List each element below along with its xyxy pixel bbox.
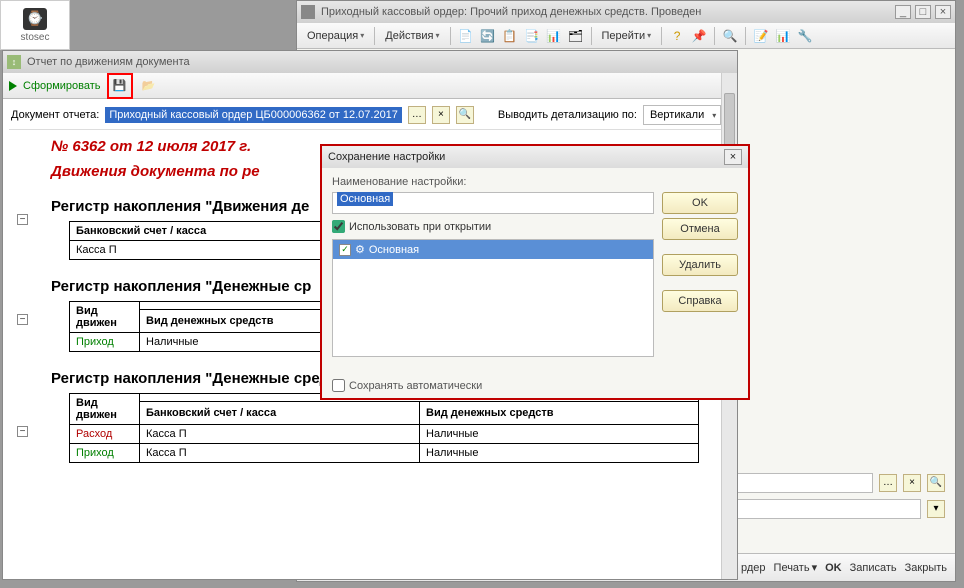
document-titlebar: Приходный кассовый ордер: Прочий приход … xyxy=(297,1,955,23)
logo-text: stosec xyxy=(21,32,50,43)
dialog-close-button[interactable]: × xyxy=(724,149,742,165)
save-settings-icon[interactable]: 💾 xyxy=(110,76,130,96)
tree-collapse[interactable]: − xyxy=(17,426,28,437)
table-cell: Наличные xyxy=(420,444,699,463)
toolbar-icon[interactable]: 📄 xyxy=(457,27,475,45)
search-icon[interactable]: 🔍 xyxy=(721,27,739,45)
cancel-button[interactable]: Отмена xyxy=(662,218,738,240)
doc-value[interactable]: Приходный кассовый ордер ЦБ000006362 от … xyxy=(105,107,402,123)
dialog-title: Сохранение настройки xyxy=(328,151,445,163)
highlighted-save-settings: 💾 xyxy=(107,73,133,99)
document-icon xyxy=(301,5,315,19)
detail-label: Выводить детализацию по: xyxy=(498,109,637,121)
report-filter-row: Документ отчета: Приходный кассовый орде… xyxy=(3,99,737,131)
name-label: Наименование настройки: xyxy=(332,176,738,188)
ok-button[interactable]: OK xyxy=(662,192,738,214)
report-titlebar: ↕ Отчет по движениям документа xyxy=(3,51,737,73)
table-3: Вид движен Банковский счет / касса Вид д… xyxy=(69,393,699,463)
table-cell: Приход xyxy=(70,444,140,463)
toolbar-icon[interactable]: 🔧 xyxy=(796,27,814,45)
logo-icon: ⌚ xyxy=(23,8,47,30)
maximize-button[interactable]: □ xyxy=(915,5,931,19)
clear-button[interactable]: × xyxy=(903,474,921,492)
table-cell: Касса П xyxy=(140,444,420,463)
report-icon: ↕ xyxy=(7,55,21,69)
settings-list[interactable]: ✓ ⚙ Основная xyxy=(332,239,654,357)
name-input[interactable]: Основная xyxy=(332,192,654,214)
app-logo-corner: ⌚ stosec xyxy=(0,0,70,50)
use-on-open-checkbox[interactable]: Использовать при открытии xyxy=(332,220,654,233)
search-button[interactable]: 🔍 xyxy=(927,474,945,492)
ok-button[interactable]: OK xyxy=(825,562,842,574)
detail-combo[interactable]: Вертикали xyxy=(643,105,721,125)
toolbar-icon[interactable]: 📊 xyxy=(774,27,792,45)
select-button[interactable]: … xyxy=(408,106,426,124)
toolbar-icon[interactable]: 📋 xyxy=(501,27,519,45)
clear-button[interactable]: × xyxy=(432,106,450,124)
actions-menu[interactable]: Действия xyxy=(381,28,443,44)
report-title: Отчет по движениям документа xyxy=(27,56,190,68)
search-button[interactable]: 🔍 xyxy=(456,106,474,124)
select-button[interactable]: … xyxy=(879,474,897,492)
toolbar-icon[interactable]: 📝 xyxy=(752,27,770,45)
order-link[interactable]: рдер xyxy=(741,562,766,574)
table-header: Вид движен xyxy=(70,302,140,333)
document-toolbar: Операция Действия 📄 🔄 📋 📑 📊 🗂 Перейти ? … xyxy=(297,23,955,49)
load-settings-icon[interactable]: 📂 xyxy=(139,76,159,96)
table-cell: Приход xyxy=(70,333,140,352)
close-button[interactable]: × xyxy=(935,5,951,19)
table-cell: Наличные xyxy=(420,425,699,444)
save-settings-dialog: Сохранение настройки × Наименование наст… xyxy=(320,144,750,400)
gear-icon: ⚙ xyxy=(355,243,365,256)
check-icon: ✓ xyxy=(339,244,351,256)
close-button[interactable]: Закрыть xyxy=(905,562,947,574)
toolbar-icon[interactable]: 📊 xyxy=(545,27,563,45)
toolbar-icon[interactable]: 🔄 xyxy=(479,27,497,45)
delete-button[interactable]: Удалить xyxy=(662,254,738,276)
help-icon[interactable]: ? xyxy=(668,27,686,45)
operation-menu[interactable]: Операция xyxy=(303,28,368,44)
toolbar-icon[interactable]: 🗂 xyxy=(567,27,585,45)
play-icon xyxy=(9,81,17,91)
table-header: Вид движен xyxy=(70,394,140,425)
table-cell: Касса П xyxy=(140,425,420,444)
table-header: Вид денежных средств xyxy=(420,402,699,425)
toolbar-icon[interactable]: 📑 xyxy=(523,27,541,45)
autosave-checkbox[interactable]: Сохранять автоматически xyxy=(332,379,738,392)
tree-collapse[interactable]: − xyxy=(17,314,28,325)
list-item[interactable]: ✓ ⚙ Основная xyxy=(333,240,653,259)
report-toolbar: Сформировать 💾 📂 xyxy=(3,73,737,99)
table-cell: Расход xyxy=(70,425,140,444)
help-button[interactable]: Справка xyxy=(662,290,738,312)
dropdown-button[interactable]: ▾ xyxy=(927,500,945,518)
goto-menu[interactable]: Перейти xyxy=(598,28,656,44)
toolbar-icon[interactable]: 📌 xyxy=(690,27,708,45)
save-button[interactable]: Записать xyxy=(850,562,897,574)
doc-label: Документ отчета: xyxy=(11,109,99,121)
tree-collapse[interactable]: − xyxy=(17,214,28,225)
run-button[interactable]: Сформировать xyxy=(23,80,101,92)
document-title: Приходный кассовый ордер: Прочий приход … xyxy=(321,6,891,18)
minimize-button[interactable]: _ xyxy=(895,5,911,19)
print-link[interactable]: Печать ▾ xyxy=(774,561,818,574)
dialog-titlebar: Сохранение настройки × xyxy=(322,146,748,168)
table-header: Банковский счет / касса xyxy=(140,402,420,425)
